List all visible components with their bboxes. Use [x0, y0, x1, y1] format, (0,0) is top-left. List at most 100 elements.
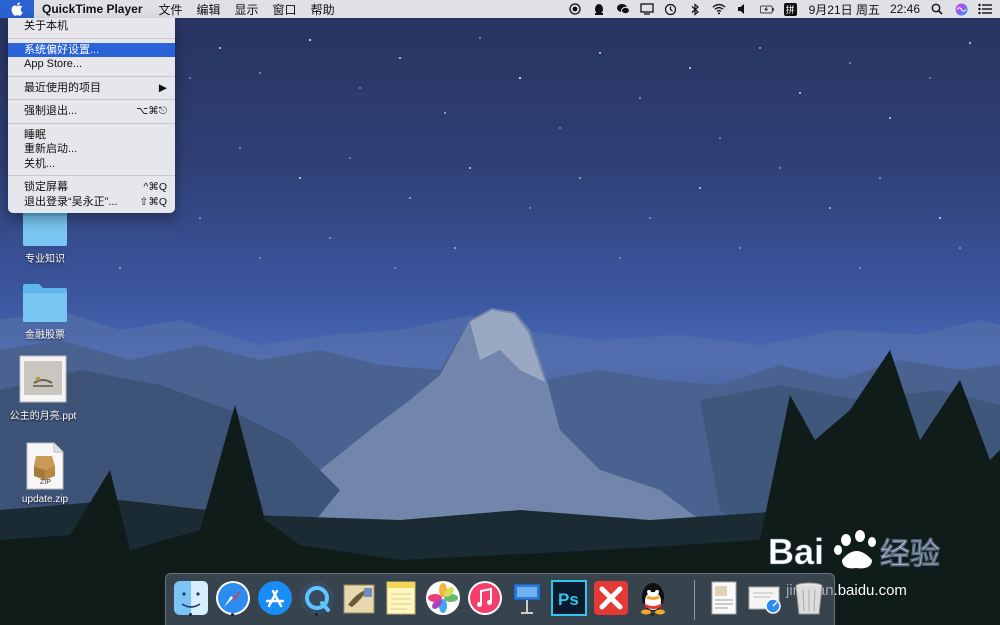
- wifi-icon[interactable]: [712, 2, 726, 16]
- photoshop-icon: Ps: [551, 580, 587, 616]
- menu-item-force-quit[interactable]: 强制退出... ⌥⌘⎋: [8, 104, 175, 119]
- menu-file[interactable]: 文件: [159, 1, 183, 18]
- menubar-clock[interactable]: 22:46: [890, 2, 920, 16]
- desktop-icon-label: update.zip: [21, 494, 69, 505]
- dock-app-store[interactable]: [256, 579, 294, 617]
- qq-status-icon[interactable]: [592, 2, 606, 16]
- menu-item-shortcut: ^⌘Q: [143, 181, 167, 193]
- menu-item-shortcut: ⌥⌘⎋: [136, 105, 167, 117]
- dock-xmind[interactable]: [592, 579, 630, 617]
- photoshop-label: Ps: [558, 590, 579, 609]
- dock-safari[interactable]: [214, 579, 252, 617]
- menu-separator: [8, 99, 175, 100]
- document-icon: [711, 581, 737, 615]
- finder-icon: [174, 581, 208, 615]
- desktop-icon-label: 专业知识: [25, 254, 65, 265]
- dock-separator: [694, 580, 695, 620]
- running-indicator: [231, 613, 234, 616]
- itunes-icon: [468, 581, 502, 615]
- menu-item-about-this-mac[interactable]: 关于本机: [8, 19, 175, 34]
- running-indicator: [315, 613, 318, 616]
- menubar-date[interactable]: 9月21日 周五: [809, 1, 880, 18]
- app-name-menu[interactable]: QuickTime Player: [42, 2, 143, 16]
- dock-photos[interactable]: [424, 579, 462, 617]
- menu-item-restart[interactable]: 重新启动...: [8, 142, 175, 157]
- menu-item-system-preferences[interactable]: 系统偏好设置...: [8, 42, 175, 57]
- dock-notes[interactable]: [382, 579, 420, 617]
- desktop-icon-label: 公主的月亮.ppt: [9, 411, 77, 422]
- menu-bar: QuickTime Player 文件 编辑 显示 窗口 帮助 拼 9月21日 …: [0, 0, 1000, 18]
- menu-separator: [8, 122, 175, 124]
- folder-icon: [23, 284, 67, 322]
- menu-item-label: 关机...: [24, 157, 56, 170]
- keynote-icon: [513, 583, 541, 614]
- ppt-file-icon: [19, 355, 67, 403]
- submenu-arrow-icon: ▶: [158, 81, 167, 94]
- menu-item-label: 锁定屏幕: [24, 181, 68, 193]
- trash-icon: [795, 582, 823, 615]
- dock-preview[interactable]: [746, 579, 784, 617]
- notes-icon: [386, 581, 416, 615]
- running-indicator: [189, 613, 192, 616]
- svg-text:经验: 经验: [880, 537, 940, 572]
- apple-dropdown-menu: 关于本机 系统偏好设置... App Store... 最近使用的项目 ▶ 强制退…: [8, 18, 175, 213]
- menu-separator: [8, 175, 175, 176]
- app-store-icon: [258, 581, 292, 615]
- menu-item-lock-screen[interactable]: 锁定屏幕 ^⌘Q: [8, 180, 175, 195]
- menu-item-shut-down[interactable]: 关机...: [8, 157, 175, 172]
- siri-icon[interactable]: [954, 2, 968, 16]
- desktop-icon-folder-jinrong[interactable]: 金融股票: [0, 282, 90, 341]
- dock-quicktime[interactable]: [298, 579, 336, 617]
- apple-menu-button[interactable]: [0, 0, 34, 18]
- wechat-status-icon[interactable]: [616, 2, 630, 16]
- menu-item-shortcut: ⇧⌘Q: [139, 195, 167, 208]
- status-menus: 拼 9月21日 周五 22:46: [568, 0, 992, 18]
- desktop-icon-label: 金融股票: [25, 330, 65, 341]
- menu-help[interactable]: 帮助: [311, 1, 335, 18]
- menu-item-app-store[interactable]: App Store...: [8, 57, 175, 72]
- quicktime-icon: [300, 581, 334, 615]
- menu-item-label: 关于本机: [24, 20, 68, 32]
- menu-edit[interactable]: 编辑: [197, 1, 221, 18]
- apple-logo-icon: [11, 2, 23, 16]
- dock-document[interactable]: [704, 579, 742, 617]
- desktop-icon-folder-zhuanye[interactable]: 专业知识: [0, 212, 90, 265]
- dock-trash[interactable]: [790, 579, 828, 617]
- screen-record-icon[interactable]: [568, 2, 582, 16]
- spotlight-search-icon[interactable]: [930, 2, 944, 16]
- dock-itunes[interactable]: [466, 579, 504, 617]
- menu-item-recent-items[interactable]: 最近使用的项目 ▶: [8, 81, 175, 96]
- mail-icon: [343, 584, 375, 614]
- dock-finder[interactable]: [172, 579, 210, 617]
- qq-icon: [641, 583, 665, 615]
- notification-center-icon[interactable]: [978, 2, 992, 16]
- menu-item-label: App Store...: [24, 58, 83, 70]
- menu-item-label: 系统偏好设置...: [24, 43, 100, 56]
- safari-icon: [216, 581, 250, 615]
- menu-view[interactable]: 显示: [235, 1, 259, 18]
- time-machine-icon[interactable]: [664, 2, 678, 16]
- svg-text:Bai: Bai: [768, 531, 824, 572]
- dock-qq[interactable]: [634, 579, 672, 617]
- menu-separator: [8, 37, 175, 39]
- menu-item-label: 最近使用的项目: [24, 81, 101, 94]
- input-method-icon[interactable]: 拼: [783, 2, 797, 16]
- dock-keynote[interactable]: [508, 579, 546, 617]
- baidu-logo-icon: Bai 经验: [768, 530, 940, 572]
- folder-icon: [23, 212, 67, 246]
- menu-item-sleep[interactable]: 睡眠: [8, 128, 175, 143]
- desktop-icon-ppt-file[interactable]: 公主的月亮.ppt: [0, 355, 88, 422]
- menu-item-label: 强制退出...: [24, 105, 78, 117]
- menu-item-label: 睡眠: [24, 128, 46, 141]
- display-icon[interactable]: [639, 2, 654, 16]
- battery-icon[interactable]: [759, 2, 774, 16]
- dock-photoshop[interactable]: Ps: [550, 579, 588, 617]
- bluetooth-icon[interactable]: [688, 2, 702, 16]
- volume-icon[interactable]: [736, 2, 750, 16]
- menu-window[interactable]: 窗口: [273, 1, 297, 18]
- menu-item-log-out[interactable]: 退出登录“吴永正”... ⇧⌘Q: [8, 195, 175, 210]
- photos-icon: [426, 581, 460, 615]
- desktop-icon-zip-file[interactable]: ZIP update.zip: [0, 442, 90, 505]
- dock-mail[interactable]: [340, 579, 378, 617]
- preview-icon: [748, 586, 781, 614]
